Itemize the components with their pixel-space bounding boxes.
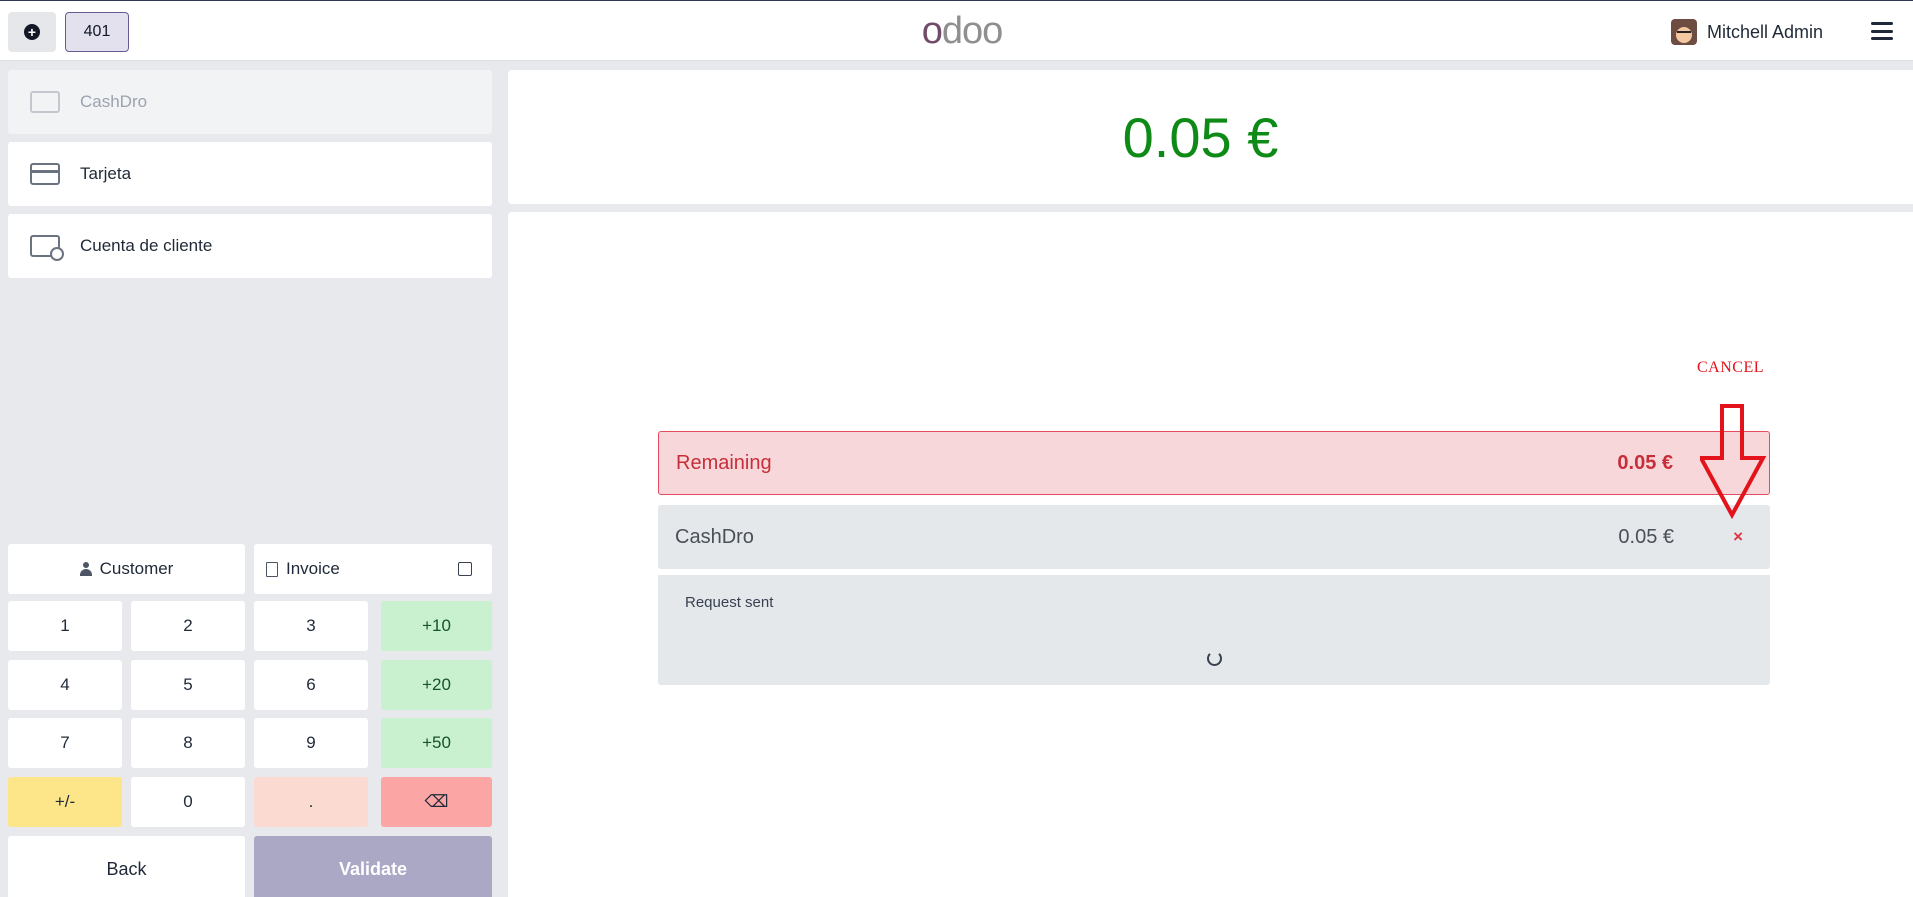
customer-button[interactable]: Customer — [8, 544, 245, 594]
numpad-key-6[interactable]: 6 — [254, 660, 368, 710]
numpad-key-plus-10[interactable]: +10 — [381, 601, 492, 651]
remaining-line: Remaining 0.05 € — [658, 431, 1770, 495]
back-button[interactable]: Back — [8, 836, 245, 897]
payment-method-cashdro[interactable]: CashDro — [8, 70, 492, 134]
remaining-amount: 0.05 € — [1617, 451, 1673, 474]
invoice-button[interactable]: Invoice — [254, 544, 492, 594]
numpad-key-8[interactable]: 8 — [131, 718, 245, 768]
numpad-key-4[interactable]: 4 — [8, 660, 122, 710]
payment-line-amount: 0.05 € — [1618, 525, 1674, 548]
validate-button[interactable]: Validate — [254, 836, 492, 897]
numpad-key-1[interactable]: 1 — [8, 601, 122, 651]
customer-account-icon — [30, 235, 64, 261]
customer-label: Customer — [99, 559, 174, 578]
new-order-button[interactable]: + — [8, 12, 56, 52]
user-name: Mitchell Admin — [1706, 21, 1823, 42]
invoice-label: Invoice — [286, 559, 340, 578]
remove-payment-icon[interactable]: × — [1733, 527, 1743, 547]
payment-method-cuenta-de-cliente[interactable]: Cuenta de cliente — [8, 214, 492, 278]
numpad-key-plus-minus[interactable]: +/- — [8, 777, 122, 827]
total-display: 0.05 € — [508, 70, 1913, 204]
avatar — [1670, 19, 1697, 45]
numpad-key-3[interactable]: 3 — [254, 601, 368, 651]
payment-method-tarjeta[interactable]: Tarjeta — [8, 142, 492, 206]
card-icon — [30, 163, 60, 185]
odoo-logo: o doo — [921, 9, 1004, 52]
file-icon — [266, 561, 278, 577]
plus-circle-icon: + — [24, 24, 40, 40]
payment-line-label: CashDro — [675, 525, 754, 548]
user-icon — [79, 562, 92, 576]
backspace-icon: ⌫ — [424, 792, 449, 811]
payment-method-label: Cuenta de cliente — [80, 236, 213, 255]
loading-spinner-icon — [1207, 651, 1222, 666]
numpad-key-decimal[interactable]: . — [254, 777, 368, 827]
user-menu[interactable]: Mitchell Admin — [1670, 17, 1823, 47]
remaining-label: Remaining — [676, 451, 772, 474]
numpad-key-plus-50[interactable]: +50 — [381, 718, 492, 768]
numpad-key-9[interactable]: 9 — [254, 718, 368, 768]
payment-method-label: CashDro — [80, 92, 148, 111]
numpad-key-5[interactable]: 5 — [131, 660, 245, 710]
order-number-button[interactable]: 401 — [65, 12, 129, 52]
numpad-key-backspace[interactable]: ⌫ — [381, 777, 492, 827]
hamburger-icon[interactable] — [1871, 22, 1893, 40]
numpad-key-plus-20[interactable]: +20 — [381, 660, 492, 710]
cash-icon — [30, 91, 60, 113]
payment-method-label: Tarjeta — [80, 164, 132, 183]
numpad-key-2[interactable]: 2 — [131, 601, 245, 651]
numpad-key-0[interactable]: 0 — [131, 777, 245, 827]
status-message: Request sent — [685, 594, 774, 611]
top-bar: + 401 o doo Mitchell Admin — [0, 0, 1913, 61]
payment-status-panel: Request sent — [658, 575, 1770, 685]
payment-line-cashdro[interactable]: CashDro 0.05 € × — [658, 505, 1770, 569]
cancel-annotation-label: CANCEL — [1697, 359, 1764, 376]
total-amount: 0.05 € — [1122, 105, 1279, 169]
numpad-key-7[interactable]: 7 — [8, 718, 122, 768]
invoice-checkbox[interactable] — [458, 562, 472, 576]
